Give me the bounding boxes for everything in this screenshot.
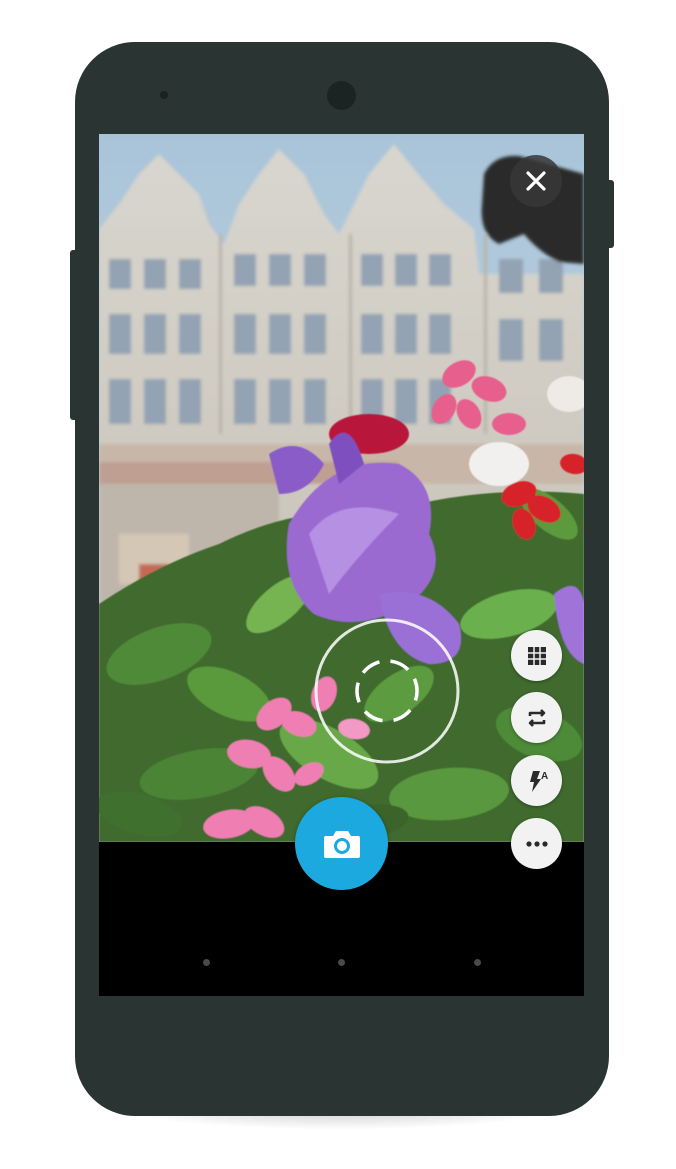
switch-camera-icon [528, 708, 545, 727]
flash-auto-badge: A [541, 771, 548, 782]
close-icon [526, 171, 546, 191]
more-options-button[interactable] [511, 818, 562, 869]
flash-auto-button[interactable]: A [511, 755, 562, 806]
nav-recents-button[interactable] [474, 959, 481, 966]
more-options-icon [525, 840, 548, 847]
grid-button[interactable] [511, 630, 562, 681]
proximity-sensor [160, 91, 168, 99]
flash-auto-icon: A [529, 770, 548, 792]
nav-back-button[interactable] [203, 959, 210, 966]
nav-home-button[interactable] [338, 959, 345, 966]
front-camera [327, 81, 356, 110]
focus-indicator [313, 617, 461, 765]
focus-ring-icon [314, 618, 460, 764]
shutter-button[interactable] [295, 797, 388, 890]
camera-icon [323, 830, 360, 858]
switch-camera-button[interactable] [511, 692, 562, 743]
close-button[interactable] [510, 155, 562, 207]
grid-icon [527, 646, 546, 665]
